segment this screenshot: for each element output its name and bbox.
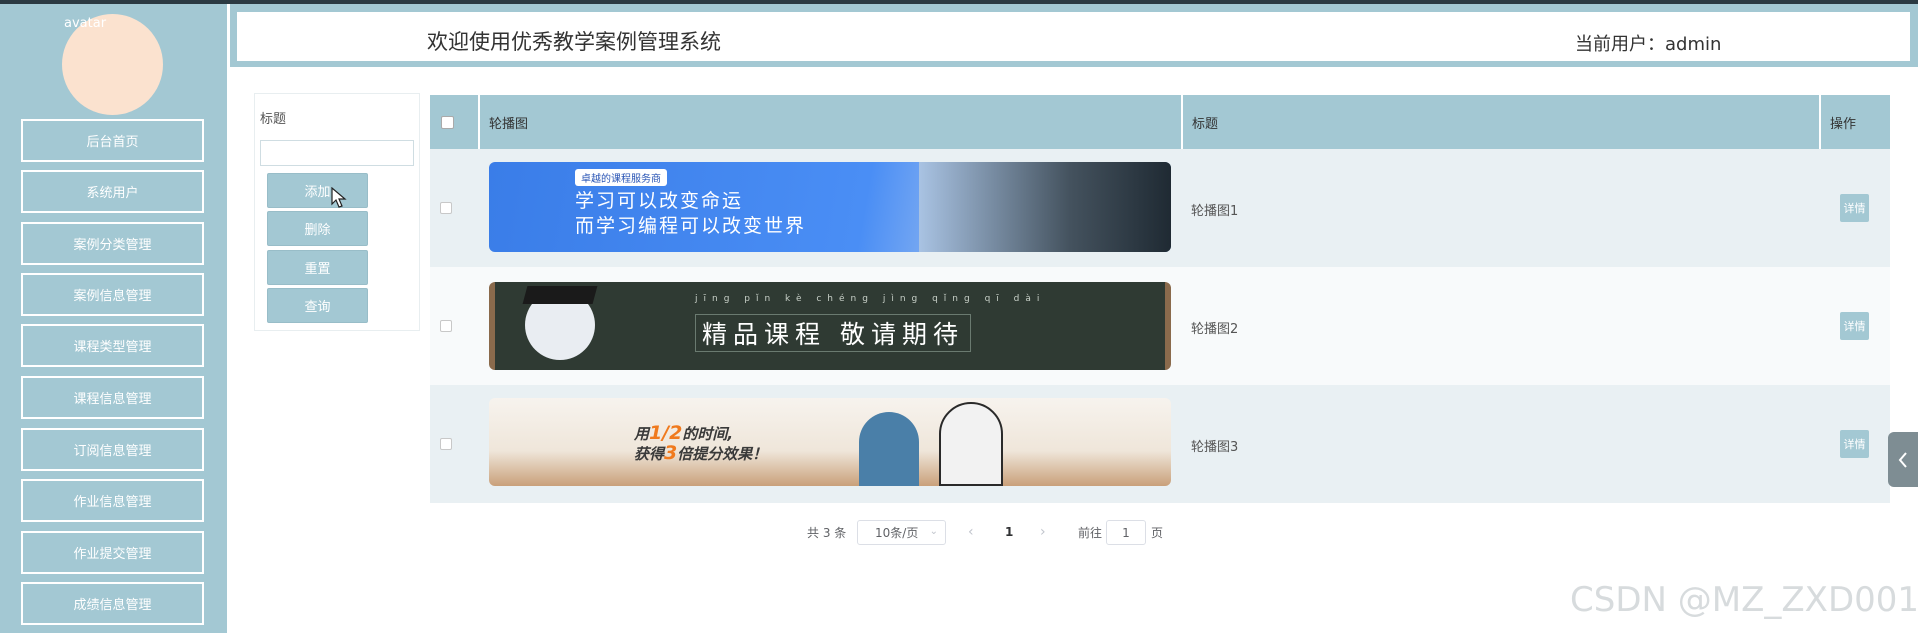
goto-page-input[interactable]: 1 [1106,520,1146,545]
table-header: 轮播图 标题 操作 [430,95,1890,149]
prev-page-chevron-icon[interactable]: ‹ [968,520,974,544]
page-size-select[interactable]: 10条/页 ⌄ [857,520,946,545]
sidebar-item-case-info[interactable]: 案例信息管理 [21,273,204,316]
row-title: 轮播图3 [1191,440,1239,455]
banner-line2-a: 获得 [634,445,665,463]
sidebar-item-course-info[interactable]: 课程信息管理 [21,376,204,419]
sidebar-item-subscription-info[interactable]: 订阅信息管理 [21,428,204,471]
banner-photo-area [919,162,1171,252]
banner-line2-b: 3 [664,442,678,464]
row-checkbox[interactable] [440,438,452,450]
mouse-cursor-icon [331,187,347,208]
column-header-banner: 轮播图 [480,95,1183,149]
banner-line1: 用1/2的时间, [634,422,733,444]
next-page-chevron-icon[interactable]: › [1040,520,1046,544]
banner-line2-c: 倍提分效果！ [677,445,768,463]
detail-button[interactable]: 详情 [1840,430,1869,458]
table-row: jīng pǐn kè chéng jìng qǐng qī dài 精品课程 … [430,267,1890,385]
page-size-value: 10条/页 [875,526,919,540]
banner-tag: 卓越的课程服务商 [575,169,667,186]
detail-button[interactable]: 详情 [1840,312,1869,340]
title-filter-label: 标题 [260,112,287,127]
sidebar-item-dashboard[interactable]: 后台首页 [21,119,204,162]
banner-table: 轮播图 标题 操作 卓越的课程服务商 学习可以改变命运 而学习编程可以改变世界 … [430,95,1890,503]
table-row: 卓越的课程服务商 学习可以改变命运 而学习编程可以改变世界 轮播图1 详情 [430,149,1890,267]
collapse-tab[interactable] [1888,432,1918,487]
banner-line1-b: 1/2 [649,422,683,444]
column-header-title: 标题 [1183,95,1821,149]
select-all-cell [430,95,480,149]
row-checkbox[interactable] [440,320,452,332]
chevron-left-icon [1898,451,1907,468]
banner-student-boy [859,412,919,486]
banner-image: jīng pǐn kè chéng jìng qǐng qī dài 精品课程 … [489,282,1171,370]
reset-button[interactable]: 重置 [267,250,368,285]
search-panel: 标题 添加 删除 重置 查询 [254,93,420,331]
chevron-down-icon: ⌄ [929,526,938,537]
row-checkbox[interactable] [440,202,452,214]
goto-suffix: 页 [1151,525,1164,540]
current-user: 当前用户：admin [1575,34,1722,55]
sidebar-item-case-category[interactable]: 案例分类管理 [21,222,204,265]
delete-button[interactable]: 删除 [267,211,368,246]
sidebar-item-homework-submit[interactable]: 作业提交管理 [21,531,204,574]
column-header-action: 操作 [1830,116,1857,132]
row-title: 轮播图1 [1191,204,1239,219]
banner-image: 用1/2的时间, 获得3倍提分效果！ [489,398,1171,486]
banner-pinyin: jīng pǐn kè chéng jìng qǐng qī dài [695,294,1046,304]
banner-line1-a: 用 [634,425,650,443]
pagination-total: 共 3 条 [807,525,847,540]
current-page-number[interactable]: 1 [1005,520,1013,544]
sidebar-item-system-users[interactable]: 系统用户 [21,170,204,213]
sidebar: avatar 后台首页 系统用户 案例分类管理 案例信息管理 课程类型管理 课程… [0,4,227,633]
query-button[interactable]: 查询 [267,288,368,323]
table-row: 用1/2的时间, 获得3倍提分效果！ 轮播图3 详情 [430,385,1890,503]
avatar-alt-text: avatar [64,16,107,31]
header-bar: 欢迎使用优秀教学案例管理系统 当前用户：admin [230,4,1918,67]
banner-line1: 学习可以改变命运 [575,190,744,212]
detail-button[interactable]: 详情 [1840,194,1869,222]
goto-prefix: 前往 [1078,525,1103,540]
banner-image: 卓越的课程服务商 学习可以改变命运 而学习编程可以改变世界 [489,162,1171,252]
page-title: 欢迎使用优秀教学案例管理系统 [427,30,721,54]
add-button[interactable]: 添加 [267,173,368,208]
banner-line2: 而学习编程可以改变世界 [575,215,807,237]
title-search-input[interactable] [260,140,414,166]
sidebar-item-course-type[interactable]: 课程类型管理 [21,324,204,367]
row-title: 轮播图2 [1191,322,1239,337]
banner-graduation-cap [522,286,598,304]
select-all-checkbox[interactable] [441,116,454,129]
sidebar-item-grade-info[interactable]: 成绩信息管理 [21,582,204,625]
banner-student-girl [939,402,1003,486]
csdn-watermark: CSDN @MZ_ZXD001 [1570,580,1918,620]
banner-line1-c: 的时间, [682,425,734,443]
banner-line2: 获得3倍提分效果！ [634,442,767,464]
banner-main-text: 精品课程 敬请期待 [695,314,971,352]
header-panel: 欢迎使用优秀教学案例管理系统 当前用户：admin [235,10,1912,63]
sidebar-item-homework-info[interactable]: 作业信息管理 [21,479,204,522]
